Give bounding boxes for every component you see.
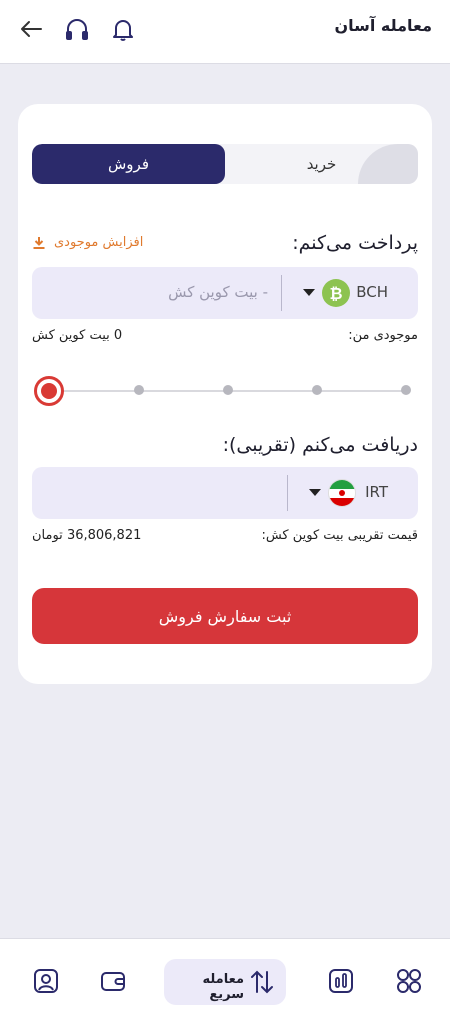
chart-icon[interactable] bbox=[327, 967, 355, 995]
wallet-icon[interactable] bbox=[99, 967, 127, 995]
headphones-icon[interactable] bbox=[62, 14, 92, 44]
field-divider bbox=[287, 475, 288, 511]
pay-currency-code: BCH bbox=[356, 283, 388, 301]
quick-trade-icon bbox=[251, 970, 273, 994]
profile-icon[interactable] bbox=[32, 967, 60, 995]
currency-dropdown-caret-icon[interactable] bbox=[303, 289, 315, 296]
slider-step[interactable] bbox=[401, 385, 411, 395]
bell-icon[interactable] bbox=[108, 14, 138, 44]
page-title: معامله آسان bbox=[334, 16, 432, 35]
receive-amount-field[interactable]: IRT bbox=[32, 467, 418, 519]
bch-coin-icon: ₿ bbox=[322, 279, 350, 307]
currency-dropdown-caret-icon[interactable] bbox=[309, 489, 321, 496]
field-divider bbox=[281, 275, 282, 311]
balance-label: موجودی من: bbox=[348, 328, 418, 343]
iran-flag-icon bbox=[328, 479, 356, 507]
svg-text:₿: ₿ bbox=[329, 284, 342, 303]
balance-value: 0 بیت کوین کش bbox=[32, 328, 123, 343]
increase-balance-link[interactable]: افزایش موجودی bbox=[32, 235, 143, 250]
pay-section-title: پرداخت می‌کنم: bbox=[292, 232, 418, 254]
approx-price-label: قیمت تقریبی بیت کوین کش: bbox=[261, 528, 418, 543]
trade-type-tabs: خرید فروش bbox=[32, 144, 418, 184]
receive-currency-code: IRT bbox=[365, 483, 388, 501]
receive-section-title: دریافت می‌کنم (تقریبی): bbox=[222, 434, 418, 456]
back-arrow-icon[interactable] bbox=[16, 14, 46, 44]
pay-amount-field[interactable]: BCH ₿ - بیت کوین کش bbox=[32, 267, 418, 319]
quick-trade-button[interactable]: معامله سریع bbox=[164, 959, 286, 1005]
app-header: معامله آسان bbox=[0, 0, 450, 64]
download-icon bbox=[33, 236, 45, 249]
trade-card: خرید فروش پرداخت می‌کنم: افزایش موجودی B… bbox=[18, 104, 432, 684]
dashboard-icon[interactable] bbox=[395, 967, 423, 995]
amount-slider-knob[interactable] bbox=[34, 376, 64, 406]
slider-step[interactable] bbox=[312, 385, 322, 395]
increase-balance-label: افزایش موجودی bbox=[54, 235, 144, 250]
bottom-navigation: معامله سریع bbox=[0, 938, 450, 1024]
approx-price-value: 36,806,821 تومان bbox=[32, 528, 142, 543]
quick-trade-label: معامله سریع bbox=[202, 972, 244, 1002]
tab-sell[interactable]: فروش bbox=[32, 144, 225, 184]
slider-step[interactable] bbox=[134, 385, 144, 395]
submit-sell-order-button[interactable]: ثبت سفارش فروش bbox=[32, 588, 418, 644]
tab-buy[interactable]: خرید bbox=[225, 144, 418, 184]
pay-amount-placeholder[interactable]: - بیت کوین کش bbox=[168, 283, 268, 301]
slider-step[interactable] bbox=[223, 385, 233, 395]
